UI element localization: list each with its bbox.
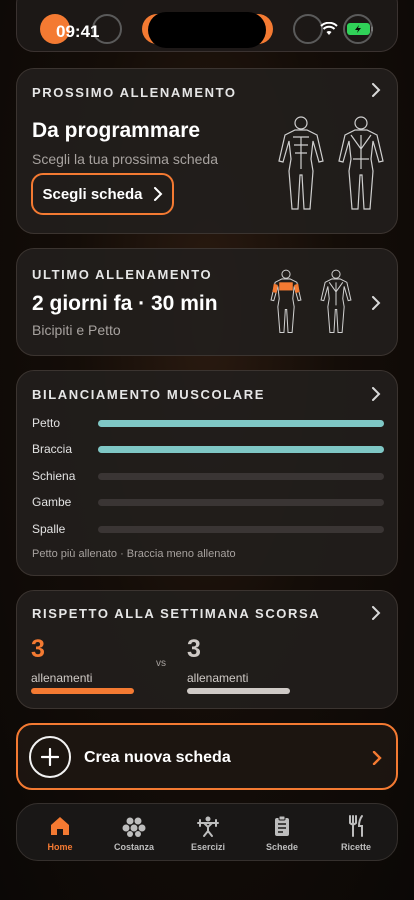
tab-costanza[interactable]: Costanza	[97, 810, 171, 856]
chevron-right-icon[interactable]	[369, 387, 383, 401]
muscle-bar-fill	[98, 420, 384, 427]
muscle-bar-row: Braccia	[32, 442, 384, 456]
muscle-bar-track	[98, 420, 384, 427]
dynamic-island	[148, 12, 266, 48]
home-icon	[51, 817, 69, 835]
create-plan-button[interactable]: Crea nuova scheda	[16, 723, 398, 790]
chevron-right-icon	[370, 750, 384, 766]
muscle-bar-fill	[98, 446, 384, 453]
weightlifter-icon	[197, 816, 219, 837]
tab-ricette[interactable]: Ricette	[319, 810, 393, 856]
choose-plan-label: Scegli scheda	[42, 185, 143, 203]
muscle-bar-row: Gambe	[32, 495, 384, 509]
last-workout-card[interactable]: ULTIMO ALLENAMENTO 2 giorni fa · 30 min …	[16, 248, 398, 356]
tab-label: Costanza	[113, 842, 154, 852]
create-plan-label: Crea nuova scheda	[84, 749, 231, 766]
muscle-bar-track	[98, 446, 384, 453]
tab-schede[interactable]: Schede	[245, 810, 319, 856]
tab-label: Home	[47, 842, 73, 852]
status-bar: 09:41	[0, 0, 414, 56]
muscle-bar-row: Spalle	[32, 522, 384, 536]
current-week-bar	[31, 688, 134, 694]
tab-home[interactable]: Home	[23, 810, 97, 856]
last-workout-subtitle: Bicipiti e Petto	[32, 322, 121, 338]
chevron-right-icon	[153, 187, 162, 201]
muscle-balance-card[interactable]: BILANCIAMENTO MUSCOLARE Petto Braccia Sc…	[16, 370, 398, 576]
tab-bar: Home Costanza Esercizi Schede Ricette	[16, 803, 398, 861]
muscle-balance-footnote: Petto più allenato · Braccia meno allena…	[32, 548, 236, 560]
tab-label: Schede	[265, 842, 298, 852]
current-week-label: allenamenti	[31, 671, 93, 685]
tab-label: Ricette	[340, 842, 371, 852]
chevron-right-icon[interactable]	[369, 606, 383, 620]
status-time: 09:41	[56, 22, 100, 41]
body-front-icon	[273, 115, 329, 218]
chevron-right-icon[interactable]	[369, 296, 383, 310]
muscle-balance-title: BILANCIAMENTO MUSCOLARE	[32, 387, 265, 402]
muscle-label: Spalle	[32, 522, 66, 536]
clipboard-icon	[275, 815, 289, 836]
battery-icon	[346, 22, 374, 41]
muscle-bar-row: Schiena	[32, 469, 384, 483]
body-back-icon	[317, 267, 355, 342]
choose-plan-button[interactable]: Scegli scheda	[31, 173, 174, 215]
weekly-comparison-title: RISPETTO ALLA SETTIMANA SCORSA	[32, 606, 321, 621]
body-back-icon	[333, 115, 389, 218]
next-workout-title: PROSSIMO ALLENAMENTO	[32, 85, 237, 100]
next-workout-card[interactable]: PROSSIMO ALLENAMENTO Da programmare Sceg…	[16, 68, 398, 234]
muscle-bar-track	[98, 473, 384, 480]
fork-knife-icon	[349, 815, 363, 837]
muscle-label: Braccia	[32, 442, 73, 456]
body-front-highlight-icon	[267, 267, 305, 342]
tab-esercizi[interactable]: Esercizi	[171, 810, 245, 856]
previous-week-bar	[187, 688, 290, 694]
last-workout-title: ULTIMO ALLENAMENTO	[32, 267, 213, 282]
previous-week-label: allenamenti	[187, 671, 249, 685]
next-workout-headline: Da programmare	[32, 119, 201, 142]
wifi-icon	[320, 21, 338, 41]
muscle-bar-row: Petto	[32, 416, 384, 430]
muscle-bar-track	[98, 526, 384, 533]
muscle-label: Gambe	[32, 495, 72, 509]
tab-label: Esercizi	[190, 842, 226, 852]
weekly-comparison-card[interactable]: RISPETTO ALLA SETTIMANA SCORSA 3 allenam…	[16, 590, 398, 709]
muscle-label: Schiena	[32, 469, 76, 483]
hexagons-icon	[122, 817, 146, 837]
chevron-right-icon[interactable]	[369, 83, 383, 97]
previous-week-value: 3	[187, 635, 201, 663]
current-week-value: 3	[31, 635, 45, 663]
status-icons	[320, 21, 374, 41]
muscle-label: Petto	[32, 416, 61, 430]
next-workout-subtitle: Scegli la tua prossima scheda	[32, 151, 218, 167]
last-workout-headline: 2 giorni fa · 30 min	[32, 292, 218, 315]
plus-icon	[29, 736, 71, 778]
muscle-bar-track	[98, 499, 384, 506]
vs-label: vs	[156, 658, 166, 669]
